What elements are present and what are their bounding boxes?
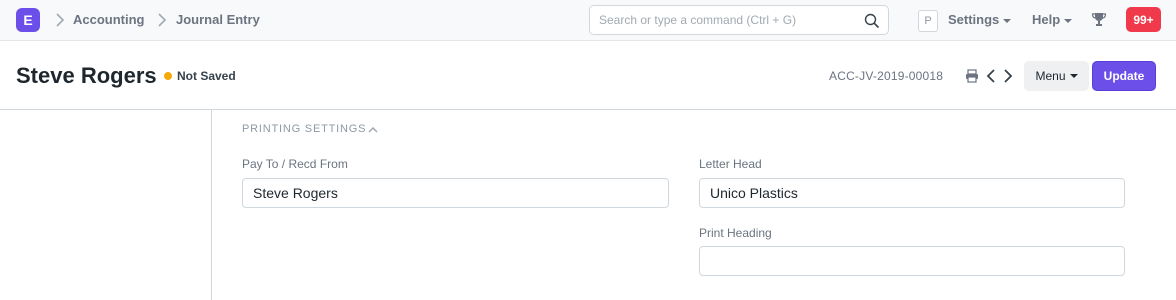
letter-head-field[interactable]	[699, 178, 1125, 208]
chevron-right-icon	[55, 12, 65, 28]
previous-document-icon[interactable]	[986, 68, 1000, 84]
update-button[interactable]: Update	[1092, 61, 1156, 91]
status-label: Not Saved	[177, 69, 236, 83]
caret-down-icon	[1003, 18, 1012, 23]
print-heading-field[interactable]	[699, 246, 1125, 276]
settings-label: Settings	[948, 12, 1000, 27]
search-input[interactable]	[599, 12, 849, 28]
notifications-badge[interactable]: 99+	[1126, 7, 1161, 32]
settings-dropdown[interactable]: Settings	[948, 12, 1012, 28]
page-head: Steve Rogers Not Saved ACC-JV-2019-00018…	[0, 42, 1176, 110]
trophy-icon[interactable]	[1091, 11, 1107, 27]
document-name: ACC-JV-2019-00018	[829, 69, 944, 83]
menu-label: Menu	[1035, 69, 1066, 83]
print-heading-label: Print Heading	[699, 226, 772, 240]
page-title: Steve Rogers	[16, 63, 157, 88]
breadcrumb-journal-entry[interactable]: Journal Entry	[176, 12, 260, 28]
menu-button[interactable]: Menu	[1024, 61, 1089, 91]
section-heading[interactable]: PRINTING SETTINGS	[242, 122, 366, 136]
help-label: Help	[1032, 12, 1061, 27]
next-document-icon[interactable]	[1003, 68, 1017, 84]
search-icon[interactable]	[864, 13, 880, 29]
sidebar-divider	[211, 110, 212, 300]
chevron-right-icon	[157, 12, 167, 28]
print-icon[interactable]	[965, 68, 979, 84]
letter-head-label: Letter Head	[699, 157, 762, 171]
caret-down-icon	[1064, 18, 1073, 23]
help-dropdown[interactable]: Help	[1032, 12, 1073, 28]
avatar[interactable]: P	[918, 10, 938, 32]
chevron-up-icon[interactable]	[367, 123, 379, 135]
search-bar[interactable]	[589, 5, 889, 35]
breadcrumb-accounting[interactable]: Accounting	[73, 12, 145, 28]
app-logo[interactable]: E	[16, 8, 40, 32]
pay-to-field[interactable]	[242, 178, 669, 208]
navbar: E Accounting Journal Entry P Settings He…	[0, 0, 1176, 41]
caret-down-icon	[1069, 74, 1078, 78]
pay-to-label: Pay To / Recd From	[242, 157, 348, 171]
status-indicator-dot	[164, 72, 172, 80]
